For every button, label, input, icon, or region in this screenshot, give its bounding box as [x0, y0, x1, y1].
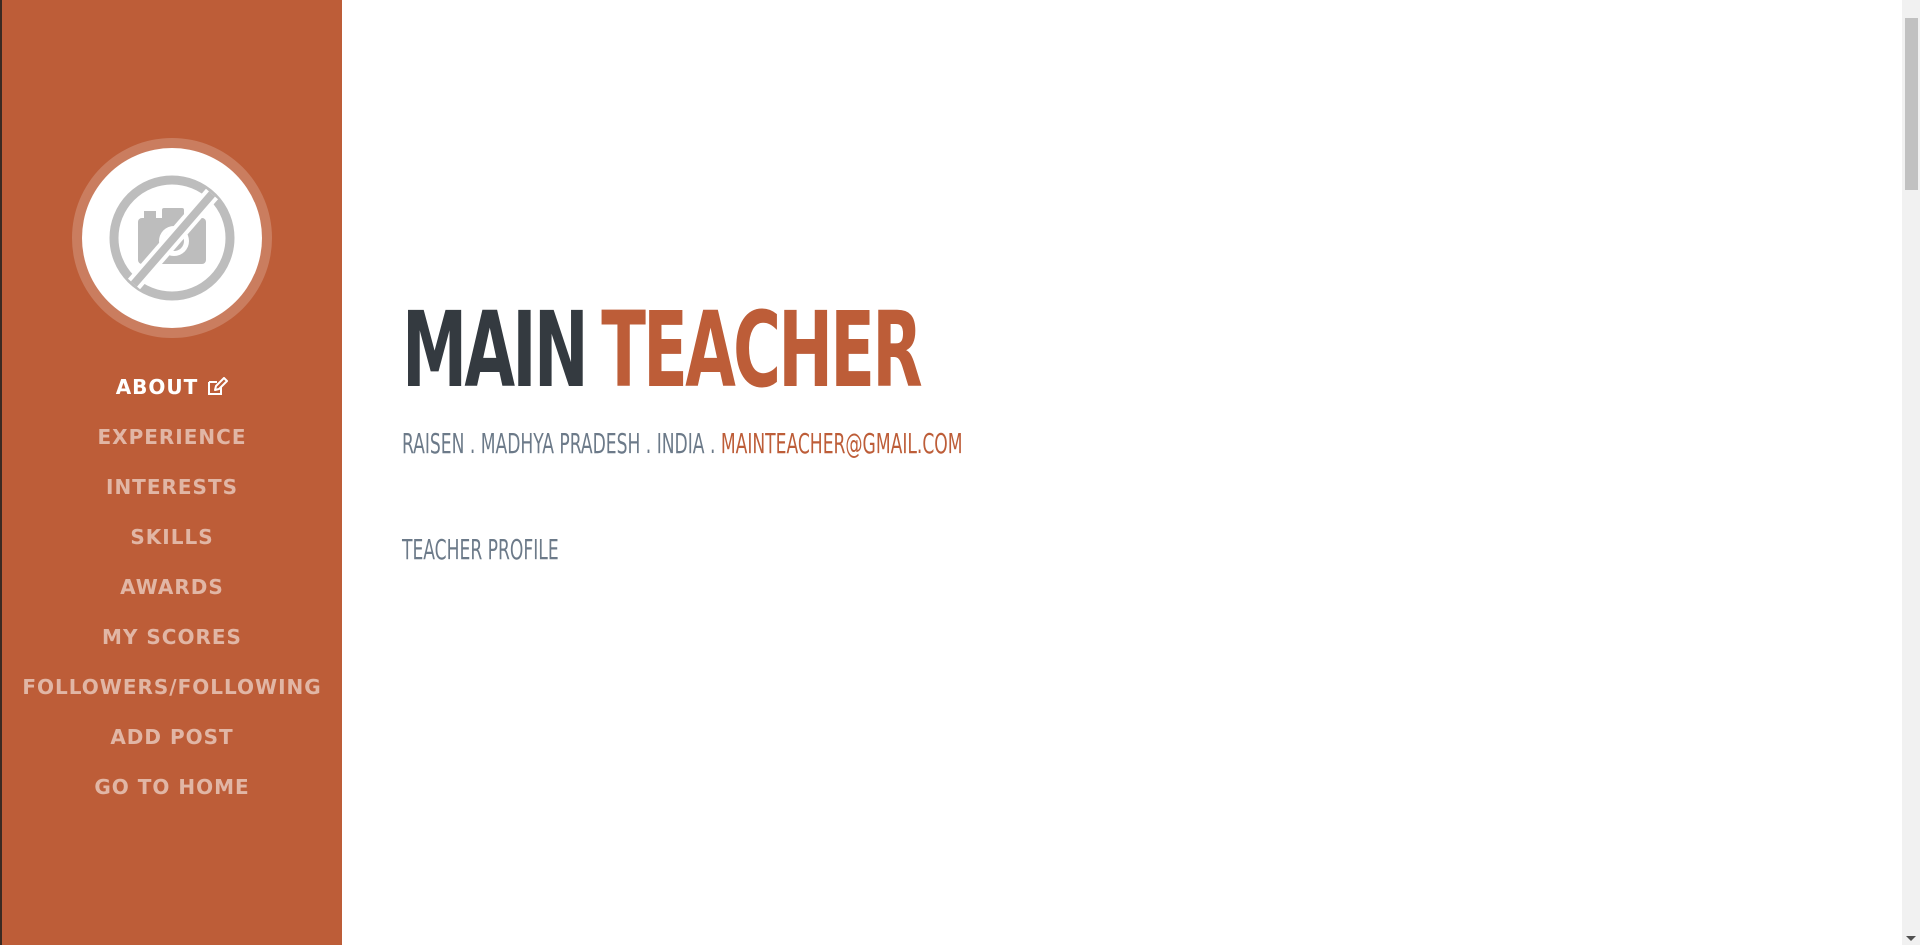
sidebar-nav: ABOUT EXPERIENCE INTERESTS SKILLS AWARDS… — [2, 362, 342, 812]
nav-item-skills: SKILLS — [2, 512, 342, 562]
nav-item-go-to-home: GO TO HOME — [2, 762, 342, 812]
nav-item-about: ABOUT — [2, 362, 342, 412]
nav-item-experience: EXPERIENCE — [2, 412, 342, 462]
avatar-ring — [72, 138, 272, 338]
email-link[interactable]: MAINTEACHER@GMAIL.COM — [721, 427, 963, 460]
nav-link-add-post[interactable]: ADD POST — [110, 725, 233, 749]
contact-line: RAISEN . MADHYA PRADESH . INDIA . MAINTE… — [402, 430, 963, 458]
nav-link-followers-following[interactable]: FOLLOWERS/FOLLOWING — [22, 675, 321, 699]
nav-item-interests: INTERESTS — [2, 462, 342, 512]
no-camera-icon — [109, 175, 235, 301]
nav-item-add-post: ADD POST — [2, 712, 342, 762]
nav-link-interests[interactable]: INTERESTS — [106, 475, 238, 499]
nav-link-about[interactable]: ABOUT — [116, 375, 229, 399]
first-name: MAIN — [402, 289, 589, 411]
nav-link-skills[interactable]: SKILLS — [130, 525, 213, 549]
avatar[interactable] — [82, 148, 262, 328]
page-title: MAIN TEACHER — [402, 298, 923, 402]
edit-icon[interactable] — [206, 377, 229, 397]
nav-link-experience[interactable]: EXPERIENCE — [98, 425, 247, 449]
nav-item-awards: AWARDS — [2, 562, 342, 612]
page: ABOUT EXPERIENCE INTERESTS SKILLS AWARDS… — [0, 0, 1920, 945]
nav-item-followers-following: FOLLOWERS/FOLLOWING — [2, 662, 342, 712]
location-text: RAISEN . MADHYA PRADESH . INDIA . — [402, 427, 721, 460]
nav-item-my-scores: MY SCORES — [2, 612, 342, 662]
nav-link-go-to-home[interactable]: GO TO HOME — [94, 775, 249, 799]
last-name: TEACHER — [601, 289, 922, 411]
sidebar: ABOUT EXPERIENCE INTERESTS SKILLS AWARDS… — [2, 0, 342, 945]
scrollbar-thumb[interactable] — [1905, 18, 1918, 190]
profile-text: TEACHER PROFILE — [402, 533, 559, 566]
scroll-down-arrow-icon[interactable] — [1906, 936, 1916, 941]
nav-link-my-scores[interactable]: MY SCORES — [102, 625, 242, 649]
vertical-scrollbar[interactable] — [1902, 0, 1920, 945]
nav-link-awards[interactable]: AWARDS — [120, 575, 224, 599]
nav-label: ABOUT — [115, 375, 199, 399]
